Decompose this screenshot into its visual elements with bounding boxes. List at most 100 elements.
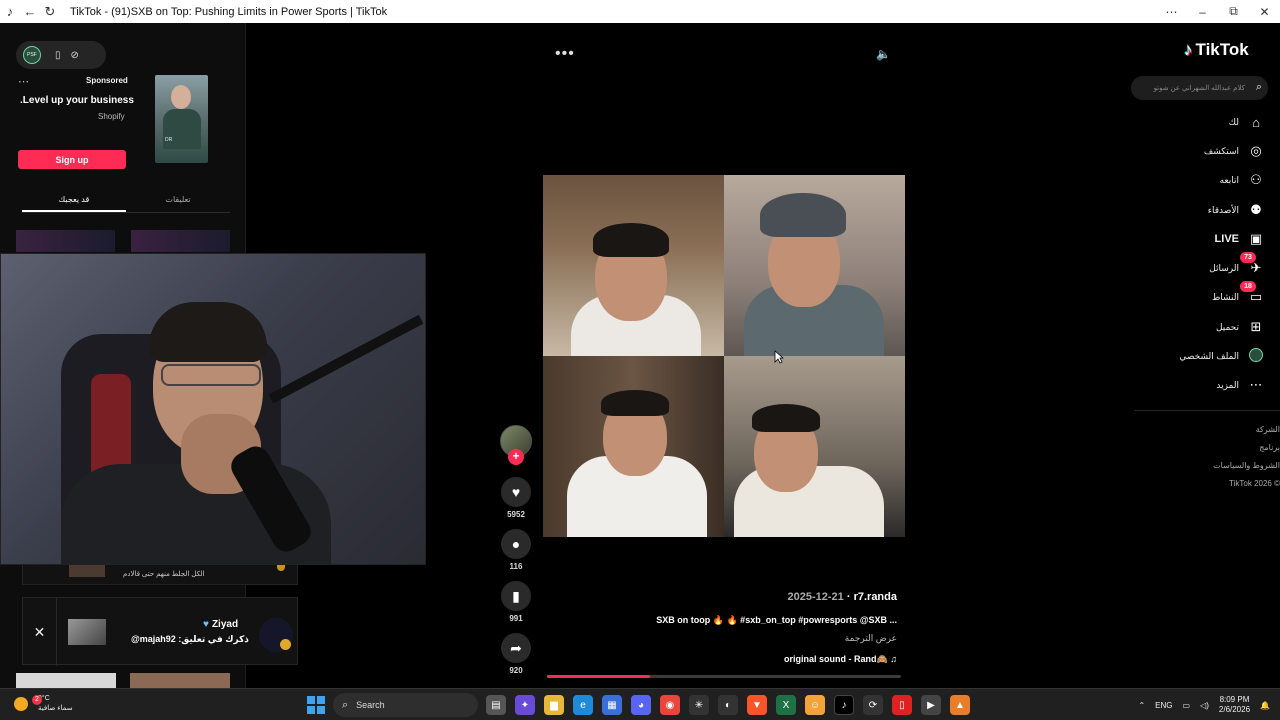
more-options-icon[interactable]: ⋯ [18, 75, 29, 88]
live-tv-icon: ▣ [1249, 231, 1263, 246]
suggested-thumbnail[interactable] [16, 673, 116, 688]
phone-icon[interactable]: ▯ [55, 50, 61, 61]
nav-item-friends[interactable]: الأصدقاء ⚉ [1208, 198, 1264, 222]
tab-comments[interactable]: تعليقات [126, 191, 230, 212]
edge-icon[interactable]: e [573, 695, 593, 715]
nav-item-upload[interactable]: تحميل ⊞ [1216, 315, 1264, 339]
more-thumbnails [16, 673, 230, 688]
chrome-icon[interactable]: ◉ [660, 695, 680, 715]
excel-icon[interactable]: X [776, 695, 796, 715]
footer-link-company[interactable]: الشركة [1180, 421, 1280, 439]
tab-you-may-like[interactable]: قد يعجبك [22, 191, 126, 212]
see-translation-link[interactable]: عرض الترجمة [700, 633, 897, 644]
author-username[interactable]: r7.randa [854, 591, 897, 603]
suggested-thumbnail[interactable] [130, 673, 230, 688]
save-count: 991 [509, 614, 523, 623]
video-more-options-icon[interactable]: ••• [555, 45, 575, 63]
discord-icon[interactable]: ◕ [631, 695, 651, 715]
notification-user: ♥ Ziyad [203, 619, 238, 630]
search-bar: ⌕ [1131, 76, 1268, 100]
footer-link-program[interactable]: برنامج [1180, 439, 1280, 457]
comment-preview[interactable]: الكل الجلط منهم حتى قالادم [22, 565, 298, 585]
windows-start-icon[interactable] [307, 696, 325, 714]
sound-toggle-icon[interactable]: 🔈 [876, 47, 891, 61]
signup-button[interactable]: Sign up [18, 150, 126, 169]
volume-icon[interactable]: ◁) [1200, 701, 1209, 710]
video-progress-bar[interactable] [547, 675, 901, 678]
browser-titlebar: ♪ ← ↻ TikTok - (91)SXB on Top: Pushing L… [0, 0, 1280, 23]
notification-thumbnail[interactable] [68, 619, 106, 645]
task-view-icon[interactable]: ▤ [486, 695, 506, 715]
tiktok-page: PSF ▯ ⊘ ⋯ Sponsored Level up your busine… [0, 23, 1280, 688]
messages-badge: 73 [1240, 252, 1256, 263]
profile-avatar-icon [1248, 347, 1264, 365]
share-button[interactable]: ➦ [501, 633, 531, 663]
taskbar-apps: ▤ ✦ ▆ e ▦ ◕ ◉ ✳ ◐ ▼ X ☺ ♪ ⟳ ▯ ▶ ▲ [486, 695, 970, 715]
refresh-icon[interactable]: ↻ [40, 0, 60, 23]
coin-badge-icon [280, 639, 291, 650]
nav-label: المزيد [1216, 379, 1239, 390]
media-player-icon[interactable]: ▶ [921, 695, 941, 715]
nav-item-profile[interactable]: الملف الشخصي [1179, 344, 1264, 368]
language-indicator[interactable]: ENG [1155, 701, 1172, 710]
close-icon[interactable]: ✕ [23, 598, 57, 666]
compass-icon[interactable]: ⊘ [71, 50, 79, 61]
upload-plus-icon: ⊞ [1250, 319, 1262, 334]
emoji-app-icon[interactable]: ☺ [805, 695, 825, 715]
restore-button[interactable]: ⧉ [1218, 0, 1249, 23]
send-icon: ✈ 73 [1240, 252, 1264, 276]
mic-arm [268, 314, 424, 404]
search-input[interactable] [1137, 76, 1245, 100]
like-button[interactable]: ♥ [501, 477, 531, 507]
search-icon[interactable]: ⌕ [1256, 81, 1262, 94]
save-button[interactable]: ▮ [501, 581, 531, 611]
browser-menu-button[interactable]: ⋯ [1156, 0, 1187, 23]
minimize-button[interactable]: – [1187, 0, 1218, 23]
user-plus-icon: ⚇ [1250, 172, 1262, 187]
file-explorer-icon[interactable]: ▆ [544, 695, 564, 715]
suggested-thumbnail[interactable] [16, 230, 115, 252]
window-controls: ⋯ – ⧉ ✕ [1156, 0, 1280, 23]
notification-avatar[interactable] [259, 618, 293, 652]
follow-plus-icon[interactable]: + [508, 449, 524, 465]
suggested-thumbnail[interactable] [131, 230, 230, 252]
footer-link-terms[interactable]: الشروط والسياسات [1180, 457, 1280, 475]
video-player[interactable] [543, 175, 905, 537]
tiktok-logo[interactable]: ♪ TikTok [1184, 40, 1249, 60]
back-arrow-icon[interactable]: ← [20, 0, 40, 23]
like-count: 5952 [507, 510, 525, 519]
notification-bell-icon[interactable]: 🔔 [1260, 701, 1270, 710]
nav-label: اتابعه [1219, 174, 1239, 185]
nav-item-home[interactable]: لك ⌂ [1229, 110, 1264, 134]
chevron-up-icon[interactable]: ⌃ [1138, 701, 1145, 710]
vlc-icon[interactable]: ▲ [950, 695, 970, 715]
nav-item-live[interactable]: LIVE ▣ [1215, 227, 1264, 251]
ad-thumbnail[interactable]: DR [155, 75, 208, 163]
chatgpt-icon[interactable]: ✳ [689, 695, 709, 715]
weather-widget[interactable]: 2 9°C سماء صافية [14, 694, 73, 714]
comment-button[interactable]: ● [501, 529, 531, 559]
store-icon[interactable]: ▦ [602, 695, 622, 715]
red-app-icon[interactable]: ▯ [892, 695, 912, 715]
sound-link[interactable]: original sound - Rand🙈 ♫ [700, 654, 897, 665]
tiktok-app-icon[interactable]: ♪ [834, 695, 854, 715]
avatar[interactable]: PSF [23, 46, 41, 64]
activity-badge: 18 [1240, 281, 1256, 292]
nav-item-activity[interactable]: النشاط ▭ 18 [1212, 281, 1264, 309]
brave-icon[interactable]: ▼ [747, 695, 767, 715]
sync-icon[interactable]: ⟳ [863, 695, 883, 715]
nav-item-explore[interactable]: استكشف ◎ [1204, 139, 1264, 163]
app-icon[interactable]: ◐ [718, 695, 738, 715]
close-window-button[interactable]: ✕ [1249, 0, 1280, 23]
sponsored-label: Sponsored [86, 76, 128, 85]
mention-notification[interactable]: ✕ ♥ Ziyad ذكرك في تعليق: majah92@ [22, 597, 298, 666]
video-quadrant [543, 356, 724, 537]
copilot-icon[interactable]: ✦ [515, 695, 535, 715]
clock[interactable]: 8:09 PM 2/6/2026 [1219, 695, 1250, 715]
nav-item-following[interactable]: اتابعه ⚇ [1220, 168, 1264, 192]
nav-item-messages[interactable]: الرسائل ✈ 73 [1209, 252, 1264, 280]
network-icon[interactable]: ▭ [1183, 701, 1191, 710]
nav-item-more[interactable]: المزيد ⋯ [1216, 373, 1264, 397]
left-tabs: قد يعجبك تعليقات [22, 191, 230, 213]
taskbar-search[interactable]: ⌕ Search [333, 693, 478, 717]
